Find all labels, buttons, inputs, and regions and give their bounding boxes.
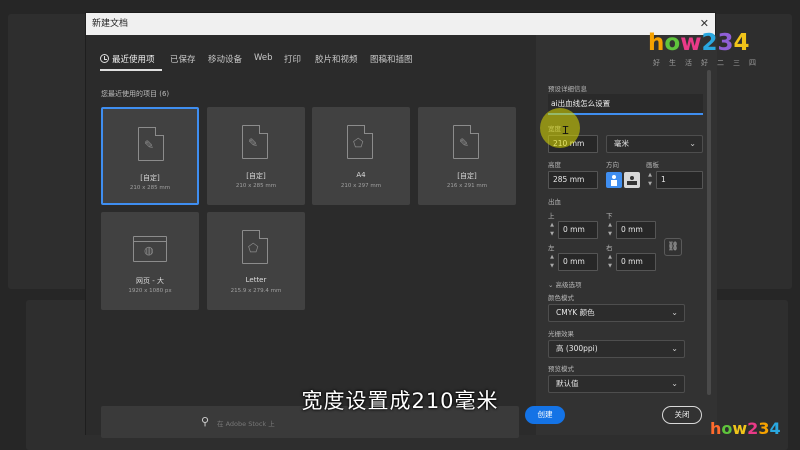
height-label: 高度 bbox=[548, 161, 561, 169]
preset-card[interactable]: ✎ [自定] 210 x 285 mm bbox=[207, 107, 305, 205]
raster-effects-value: 高 (300ppi) bbox=[556, 344, 598, 353]
active-tab-indicator bbox=[100, 69, 162, 71]
bleed-right-stepper[interactable]: ▲ ▼ bbox=[606, 253, 614, 271]
preset-name: 网页 - 大 bbox=[136, 277, 164, 285]
bleed-bottom-label: 下 bbox=[606, 212, 613, 220]
details-scrollbar[interactable] bbox=[707, 70, 711, 395]
color-mode-value: CMYK 颜色 bbox=[556, 308, 595, 317]
artboards-input[interactable]: 1 bbox=[656, 171, 703, 189]
preset-details-panel: 预设详细信息 ai出血线怎么设置 宽度 210 mm 毫米 ⌄ 高度 285 m… bbox=[536, 35, 717, 435]
new-document-dialog: 新建文档 ✕ 最近使用项 已保存 移动设备 Web 打印 胶片和视频 图稿和插图… bbox=[85, 12, 717, 438]
chevron-down-icon: ⌄ bbox=[671, 344, 678, 353]
custom-doc-icon: ✎ bbox=[138, 127, 164, 161]
artboards-stepper[interactable]: ▲ ▼ bbox=[646, 171, 654, 189]
tab-recent[interactable]: 最近使用项 bbox=[100, 53, 155, 65]
search-placeholder: 在 Adobe Stock 上 bbox=[217, 420, 275, 428]
tab-web[interactable]: Web bbox=[254, 53, 273, 63]
bleed-right-label: 右 bbox=[606, 244, 613, 252]
preset-size: 215.9 x 279.4 mm bbox=[230, 288, 282, 294]
bleed-top-label: 上 bbox=[548, 212, 555, 220]
bleed-right-input[interactable]: 0 mm bbox=[616, 253, 656, 271]
watermark-slogan: 好生活好二三四 bbox=[653, 59, 765, 67]
custom-doc-icon: ✎ bbox=[242, 125, 268, 159]
custom-doc-icon: ✎ bbox=[453, 125, 479, 159]
bleed-top-input[interactable]: 0 mm bbox=[558, 221, 598, 239]
color-mode-label: 颜色模式 bbox=[548, 294, 574, 302]
preset-name: Letter bbox=[245, 276, 267, 284]
advanced-options-toggle[interactable]: ⌄ 高级选项 bbox=[548, 279, 582, 289]
preset-size: 216 x 291 mm bbox=[446, 183, 488, 189]
preset-name: A4 bbox=[356, 171, 366, 179]
tab-mobile[interactable]: 移动设备 bbox=[208, 53, 242, 65]
tab-film-video[interactable]: 胶片和视频 bbox=[315, 53, 358, 65]
preset-card[interactable]: ◍ 网页 - 大 1920 x 1080 px bbox=[101, 212, 199, 310]
link-bleed-icon[interactable]: ⛓ bbox=[664, 238, 682, 256]
bleed-label: 出血 bbox=[548, 198, 561, 206]
artboards-label: 画板 bbox=[646, 161, 659, 169]
print-doc-icon: ⬠ bbox=[347, 125, 373, 159]
preset-card[interactable]: ⬠ A4 210 x 297 mm bbox=[312, 107, 410, 205]
chevron-down-icon: ⌄ bbox=[548, 281, 556, 289]
recent-items-heading: 您最近使用的项目 (6) bbox=[101, 90, 170, 98]
preset-card[interactable]: ⬠ Letter 215.9 x 279.4 mm bbox=[207, 212, 305, 310]
preview-mode-label: 预览模式 bbox=[548, 365, 574, 373]
text-cursor-icon: Ｉ bbox=[560, 124, 571, 137]
video-caption: 宽度设置成210毫米 bbox=[301, 389, 499, 413]
chevron-down-icon: ⌄ bbox=[671, 308, 678, 317]
portrait-orientation-button[interactable] bbox=[606, 172, 622, 188]
print-doc-icon: ⬠ bbox=[242, 230, 268, 264]
search-icon: ⚲ bbox=[201, 415, 210, 428]
raster-effects-select[interactable]: 高 (300ppi) ⌄ bbox=[548, 340, 685, 358]
preset-size: 210 x 285 mm bbox=[235, 183, 277, 189]
dialog-titlebar: 新建文档 ✕ bbox=[86, 13, 715, 35]
color-mode-select[interactable]: CMYK 颜色 ⌄ bbox=[548, 304, 685, 322]
tab-art-illustration[interactable]: 图稿和插图 bbox=[370, 53, 413, 65]
bleed-left-label: 左 bbox=[548, 244, 555, 252]
tab-print[interactable]: 打印 bbox=[284, 53, 301, 65]
preset-size: 1920 x 1080 px bbox=[128, 288, 172, 294]
preset-name: [自定] bbox=[246, 172, 266, 180]
bleed-left-input[interactable]: 0 mm bbox=[558, 253, 598, 271]
raster-effects-label: 光栅效果 bbox=[548, 330, 574, 338]
watermark-logo: how234 bbox=[648, 30, 750, 56]
unit-value: 毫米 bbox=[614, 139, 629, 148]
preset-card[interactable]: ✎ [自定] 216 x 291 mm bbox=[418, 107, 516, 205]
orientation-label: 方向 bbox=[606, 161, 619, 169]
unit-select[interactable]: 毫米 ⌄ bbox=[606, 135, 703, 153]
preset-name: [自定] bbox=[140, 174, 160, 182]
landscape-orientation-button[interactable] bbox=[624, 172, 640, 188]
clock-icon bbox=[100, 54, 109, 63]
dialog-title: 新建文档 bbox=[92, 19, 129, 29]
preset-details-heading: 预设详细信息 bbox=[548, 85, 587, 93]
preset-size: 210 x 285 mm bbox=[129, 185, 171, 191]
bleed-left-stepper[interactable]: ▲ ▼ bbox=[548, 253, 556, 271]
bleed-bottom-input[interactable]: 0 mm bbox=[616, 221, 656, 239]
tab-saved[interactable]: 已保存 bbox=[170, 53, 196, 65]
web-doc-icon: ◍ bbox=[133, 236, 167, 262]
preset-card[interactable]: ✎ [自定] 210 x 285 mm bbox=[101, 107, 199, 205]
bleed-top-stepper[interactable]: ▲ ▼ bbox=[548, 221, 556, 239]
preset-size: 210 x 297 mm bbox=[340, 183, 382, 189]
preset-name: [自定] bbox=[457, 172, 477, 180]
watermark-logo-small: how234 bbox=[710, 419, 781, 438]
height-input[interactable]: 285 mm bbox=[548, 171, 598, 189]
recent-presets-panel: 您最近使用的项目 (6) ✎ [自定] 210 x 285 mm ✎ [自定] … bbox=[86, 81, 536, 438]
bleed-bottom-stepper[interactable]: ▲ ▼ bbox=[606, 221, 614, 239]
chevron-down-icon: ⌄ bbox=[689, 139, 696, 148]
